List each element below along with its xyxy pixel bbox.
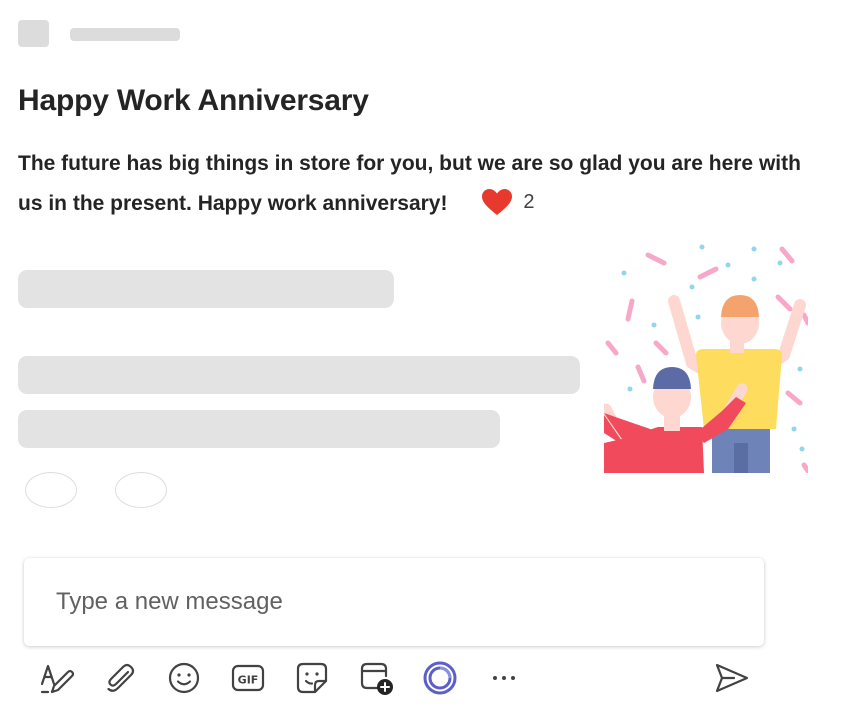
post-title: Happy Work Anniversary — [18, 84, 369, 117]
message-input[interactable] — [24, 558, 764, 646]
send-icon — [715, 663, 749, 693]
format-text-icon — [40, 664, 74, 694]
sticker-icon — [296, 662, 328, 694]
button-placeholder-2 — [115, 472, 167, 508]
button-placeholder-1 — [25, 472, 77, 508]
heart-icon — [482, 189, 513, 216]
calendar-add-icon — [360, 662, 393, 695]
format-button[interactable] — [38, 660, 74, 696]
content-placeholder-2 — [18, 356, 580, 394]
composer-toolbar: GIF — [0, 656, 860, 700]
gif-button[interactable]: GIF — [230, 660, 266, 696]
more-options-button[interactable] — [486, 660, 522, 696]
more-icon — [493, 676, 515, 680]
message-composer — [24, 558, 764, 646]
sender-name-placeholder — [70, 28, 180, 41]
gif-icon: GIF — [231, 664, 265, 692]
content-placeholder-1 — [18, 270, 394, 308]
emoji-button[interactable] — [166, 660, 202, 696]
emoji-icon — [168, 662, 200, 694]
avatar-placeholder — [18, 20, 49, 47]
svg-text:GIF: GIF — [238, 674, 259, 687]
sticker-button[interactable] — [294, 660, 330, 696]
send-button[interactable] — [714, 660, 750, 696]
post-message-text: The future has big things in store for y… — [18, 152, 801, 215]
celebration-illustration — [604, 244, 808, 473]
attach-button[interactable] — [102, 660, 138, 696]
reaction-count: 2 — [523, 191, 535, 214]
loop-button[interactable] — [422, 660, 458, 696]
content-placeholder-3 — [18, 410, 500, 448]
paperclip-icon — [107, 663, 135, 692]
post-message: The future has big things in store for y… — [18, 144, 818, 224]
heart-reaction[interactable]: 2 — [481, 182, 534, 222]
loop-icon — [423, 661, 457, 695]
schedule-meeting-button[interactable] — [358, 660, 394, 696]
